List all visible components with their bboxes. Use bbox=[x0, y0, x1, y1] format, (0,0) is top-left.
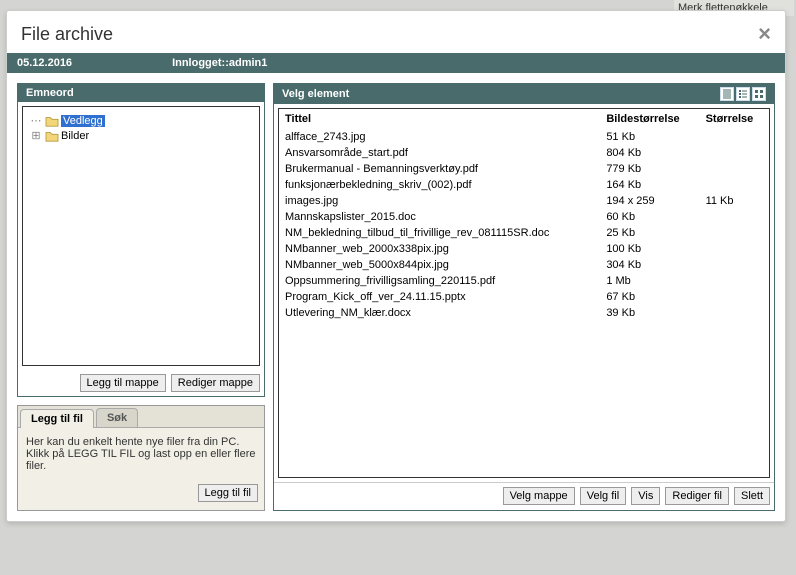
add-folder-button[interactable]: Legg til mappe bbox=[80, 374, 166, 392]
tree-item-vedlegg[interactable]: ⋯ Vedlegg bbox=[27, 113, 255, 128]
view-grid-icon[interactable] bbox=[752, 87, 766, 101]
table-row[interactable]: Brukermanual - Bemanningsverktøy.pdf779 … bbox=[279, 161, 769, 177]
file-imgsize-cell: 25 Kb bbox=[600, 225, 699, 241]
file-size-cell bbox=[700, 129, 769, 145]
tab-footer: Legg til fil bbox=[18, 480, 264, 510]
file-name-cell: Oppsummering_frivilligsamling_220115.pdf bbox=[279, 273, 600, 289]
file-imgsize-cell: 804 Kb bbox=[600, 145, 699, 161]
modal-title: File archive bbox=[21, 24, 113, 45]
folder-icon bbox=[45, 115, 59, 127]
file-size-cell bbox=[700, 289, 769, 305]
tab-add-file[interactable]: Legg til fil bbox=[20, 409, 94, 428]
tree-item-bilder[interactable]: ⊞ Bilder bbox=[27, 128, 255, 143]
close-icon[interactable]: × bbox=[758, 21, 771, 47]
file-imgsize-cell: 779 Kb bbox=[600, 161, 699, 177]
file-table: Tittel Bildestørrelse Størrelse alfface_… bbox=[279, 109, 769, 321]
file-size-cell bbox=[700, 161, 769, 177]
file-imgsize-cell: 100 Kb bbox=[600, 241, 699, 257]
folder-icon bbox=[45, 130, 59, 142]
file-size-cell bbox=[700, 273, 769, 289]
tree-spacer: ⋯ bbox=[29, 114, 43, 127]
tab-body-help: Her kan du enkelt hente nye filer fra di… bbox=[18, 428, 264, 480]
file-imgsize-cell: 164 Kb bbox=[600, 177, 699, 193]
tab-search[interactable]: Søk bbox=[96, 408, 138, 427]
file-size-cell bbox=[700, 257, 769, 273]
file-imgsize-cell: 39 Kb bbox=[600, 305, 699, 321]
file-name-cell: Mannskapslister_2015.doc bbox=[279, 209, 600, 225]
table-row[interactable]: Program_Kick_off_ver_24.11.15.pptx67 Kb bbox=[279, 289, 769, 305]
folder-tree[interactable]: ⋯ Vedlegg ⊞ Bilder bbox=[22, 106, 260, 366]
file-name-cell: NMbanner_web_2000x338pix.jpg bbox=[279, 241, 600, 257]
file-size-cell bbox=[700, 177, 769, 193]
file-imgsize-cell: 60 Kb bbox=[600, 209, 699, 225]
file-name-cell: images.jpg bbox=[279, 193, 600, 209]
edit-file-button[interactable]: Rediger fil bbox=[665, 487, 729, 505]
table-row[interactable]: Utlevering_NM_klær.docx39 Kb bbox=[279, 305, 769, 321]
status-date: 05.12.2016 bbox=[17, 57, 72, 69]
file-imgsize-cell: 304 Kb bbox=[600, 257, 699, 273]
view-mode-icons bbox=[720, 87, 766, 101]
table-header-row: Tittel Bildestørrelse Størrelse bbox=[279, 109, 769, 129]
emneord-title: Emneord bbox=[26, 87, 74, 99]
table-row[interactable]: NMbanner_web_2000x338pix.jpg100 Kb bbox=[279, 241, 769, 257]
file-archive-modal: File archive × 05.12.2016 Innlogget::adm… bbox=[6, 10, 786, 522]
table-row[interactable]: NM_bekledning_tilbud_til_frivillige_rev_… bbox=[279, 225, 769, 241]
file-name-cell: Utlevering_NM_klær.docx bbox=[279, 305, 600, 321]
file-size-cell bbox=[700, 305, 769, 321]
file-size-cell bbox=[700, 209, 769, 225]
table-row[interactable]: Oppsummering_frivilligsamling_220115.pdf… bbox=[279, 273, 769, 289]
view-list-icon[interactable] bbox=[720, 87, 734, 101]
tab-row: Legg til fil Søk bbox=[18, 406, 264, 428]
col-title[interactable]: Tittel bbox=[279, 109, 600, 129]
file-name-cell: Program_Kick_off_ver_24.11.15.pptx bbox=[279, 289, 600, 305]
add-file-button[interactable]: Legg til fil bbox=[198, 484, 258, 502]
table-row[interactable]: alfface_2743.jpg51 Kb bbox=[279, 129, 769, 145]
delete-button[interactable]: Slett bbox=[734, 487, 770, 505]
tree-label: Bilder bbox=[61, 130, 89, 142]
file-footer-buttons: Velg mappe Velg fil Vis Rediger fil Slet… bbox=[274, 482, 774, 509]
status-login: Innlogget::admin1 bbox=[172, 57, 267, 69]
emneord-panel: Emneord ⋯ Vedlegg ⊞ bbox=[17, 83, 265, 397]
select-file-button[interactable]: Velg fil bbox=[580, 487, 626, 505]
files-panel: Velg element Tittel Bildestørrelse Størr… bbox=[273, 83, 775, 511]
status-bar: 05.12.2016 Innlogget::admin1 bbox=[7, 53, 785, 73]
table-row[interactable]: funksjonærbekledning_skriv_(002).pdf164 … bbox=[279, 177, 769, 193]
add-search-tabs: Legg til fil Søk Her kan du enkelt hente… bbox=[17, 405, 265, 511]
file-name-cell: NM_bekledning_tilbud_til_frivillige_rev_… bbox=[279, 225, 600, 241]
file-imgsize-cell: 67 Kb bbox=[600, 289, 699, 305]
file-name-cell: funksjonærbekledning_skriv_(002).pdf bbox=[279, 177, 600, 193]
file-size-cell: 11 Kb bbox=[700, 193, 769, 209]
file-imgsize-cell: 1 Mb bbox=[600, 273, 699, 289]
file-name-cell: alfface_2743.jpg bbox=[279, 129, 600, 145]
files-title: Velg element bbox=[282, 88, 349, 100]
tree-label: Vedlegg bbox=[61, 115, 105, 127]
file-list-box[interactable]: Tittel Bildestørrelse Størrelse alfface_… bbox=[278, 108, 770, 478]
col-image-size[interactable]: Bildestørrelse bbox=[600, 109, 699, 129]
file-name-cell: NMbanner_web_5000x844pix.jpg bbox=[279, 257, 600, 273]
file-size-cell bbox=[700, 225, 769, 241]
table-row[interactable]: images.jpg194 x 25911 Kb bbox=[279, 193, 769, 209]
files-head: Velg element bbox=[274, 84, 774, 104]
select-folder-button[interactable]: Velg mappe bbox=[503, 487, 575, 505]
left-column: Emneord ⋯ Vedlegg ⊞ bbox=[17, 83, 265, 511]
file-name-cell: Brukermanual - Bemanningsverktøy.pdf bbox=[279, 161, 600, 177]
folder-button-row: Legg til mappe Rediger mappe bbox=[18, 370, 264, 396]
view-button[interactable]: Vis bbox=[631, 487, 660, 505]
file-name-cell: Ansvarsområde_start.pdf bbox=[279, 145, 600, 161]
col-size[interactable]: Størrelse bbox=[700, 109, 769, 129]
file-imgsize-cell: 51 Kb bbox=[600, 129, 699, 145]
file-size-cell bbox=[700, 241, 769, 257]
modal-header: File archive × bbox=[7, 11, 785, 53]
expand-icon[interactable]: ⊞ bbox=[29, 129, 43, 142]
file-imgsize-cell: 194 x 259 bbox=[600, 193, 699, 209]
main-area: Emneord ⋯ Vedlegg ⊞ bbox=[7, 73, 785, 521]
table-row[interactable]: Mannskapslister_2015.doc60 Kb bbox=[279, 209, 769, 225]
emneord-head: Emneord bbox=[18, 84, 264, 102]
table-row[interactable]: Ansvarsområde_start.pdf804 Kb bbox=[279, 145, 769, 161]
table-row[interactable]: NMbanner_web_5000x844pix.jpg304 Kb bbox=[279, 257, 769, 273]
edit-folder-button[interactable]: Rediger mappe bbox=[171, 374, 260, 392]
view-detail-icon[interactable] bbox=[736, 87, 750, 101]
file-size-cell bbox=[700, 145, 769, 161]
